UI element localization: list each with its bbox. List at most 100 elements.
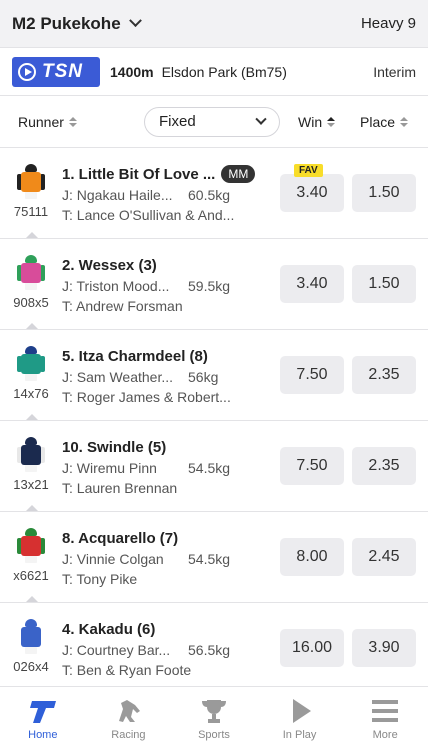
- runner-silk-column: 75111: [0, 148, 62, 238]
- tab-label: Racing: [111, 728, 146, 741]
- win-odds-button[interactable]: 7.50: [280, 447, 344, 485]
- runner-row[interactable]: 75111 1. Little Bit Of Love ... MM J: Ng…: [0, 148, 428, 239]
- sort-ascending-icon: [327, 116, 336, 127]
- runner-details: 10. Swindle (5) J: Wiremu Pinn 54.5kg T:…: [62, 437, 280, 496]
- runner-name: 4. Kakadu (6): [62, 620, 156, 638]
- jockey-silk-icon: [17, 163, 45, 200]
- tab-in-play[interactable]: In Play: [257, 687, 343, 750]
- runner-row[interactable]: 026x4 4. Kakadu (6) J: Courtney Bar... 5…: [0, 603, 428, 694]
- runner-details: 1. Little Bit Of Love ... MM J: Ngakau H…: [62, 163, 280, 223]
- tab-home[interactable]: Home: [0, 687, 86, 750]
- runner-row[interactable]: 908x5 2. Wessex (3) J: Triston Mood... 5…: [0, 239, 428, 330]
- tab-label: In Play: [282, 728, 317, 741]
- sort-icon: [68, 116, 77, 127]
- win-odds-button[interactable]: 7.50: [280, 356, 344, 394]
- place-odds-button[interactable]: 1.50: [352, 174, 416, 212]
- runner-form: x6621: [13, 567, 49, 583]
- win-odds-button[interactable]: 3.40: [280, 265, 344, 303]
- runner-weight: 60.5kg: [188, 187, 231, 203]
- jockey-name: J: Wiremu Pinn: [62, 459, 157, 476]
- jockey-silk-icon: [17, 254, 45, 291]
- tab-label: Sports: [198, 728, 230, 741]
- expand-caret-icon[interactable]: [26, 414, 38, 420]
- top-bar: M2 Pukekohe Heavy 9: [0, 0, 428, 48]
- odds-buttons: 8.00 2.45: [280, 538, 428, 576]
- column-header: Runner Fixed Win Place: [0, 96, 428, 148]
- jockey-silk-icon: [17, 618, 45, 655]
- runner-form: 13x21: [13, 476, 49, 492]
- sort-runner-button[interactable]: Runner: [18, 114, 144, 130]
- runner-details: 4. Kakadu (6) J: Courtney Bar... 56.5kg …: [62, 619, 280, 678]
- expand-caret-icon[interactable]: [26, 596, 38, 602]
- win-column-label: Win: [298, 113, 323, 130]
- runner-form: 026x4: [13, 658, 49, 674]
- track-condition: Heavy 9: [360, 15, 416, 32]
- race-venue: Elsdon Park (Bm75): [161, 63, 287, 80]
- expand-caret-icon[interactable]: [26, 232, 38, 238]
- trainer-name: T: Ben & Ryan Foote: [62, 661, 192, 678]
- runner-details: 5. Itza Charmdeel (8) J: Sam Weather... …: [62, 346, 280, 405]
- runner-row[interactable]: 14x76 5. Itza Charmdeel (8) J: Sam Weath…: [0, 330, 428, 421]
- jockey-name: J: Triston Mood...: [62, 277, 170, 294]
- tsn-live-button[interactable]: TSN: [12, 56, 100, 87]
- chevron-down-icon: [255, 113, 267, 125]
- trainer-name: T: Andrew Forsman: [62, 297, 183, 314]
- sort-place-button[interactable]: Place: [360, 113, 409, 130]
- runner-name: 1. Little Bit Of Love ...: [62, 165, 216, 183]
- win-odds-button[interactable]: 3.40: [280, 174, 344, 212]
- tab-more[interactable]: More: [342, 687, 428, 750]
- menu-icon: [372, 699, 399, 722]
- runner-details: 2. Wessex (3) J: Triston Mood... 59.5kg …: [62, 255, 280, 314]
- tab-sports[interactable]: Sports: [171, 687, 257, 750]
- win-odds-button[interactable]: 16.00: [280, 629, 344, 667]
- trainer-name: T: Lauren Brennan: [62, 479, 178, 496]
- jockey-name: J: Ngakau Haile...: [62, 187, 173, 203]
- runner-weight: 56kg: [188, 368, 219, 385]
- tab-label: Home: [28, 728, 58, 741]
- runner-name: 5. Itza Charmdeel (8): [62, 347, 208, 365]
- jockey-name: J: Sam Weather...: [62, 368, 174, 385]
- play-icon: [292, 698, 311, 723]
- runner-silk-column: 13x21: [0, 421, 62, 511]
- play-icon: [18, 62, 36, 81]
- odds-buttons: 16.00 3.90: [280, 629, 428, 667]
- jockey-silk-icon: [17, 436, 45, 473]
- runner-row[interactable]: 13x21 10. Swindle (5) J: Wiremu Pinn 54.…: [0, 421, 428, 512]
- expand-caret-icon[interactable]: [26, 323, 38, 329]
- odds-buttons: FAV 3.40 1.50: [280, 164, 428, 212]
- tab-racing[interactable]: Racing: [86, 687, 172, 750]
- runner-silk-column: 14x76: [0, 330, 62, 420]
- place-odds-button[interactable]: 3.90: [352, 629, 416, 667]
- odds-buttons: 7.50 2.35: [280, 356, 428, 394]
- jockey-name: J: Vinnie Colgan: [62, 550, 164, 567]
- win-odds-button[interactable]: 8.00: [280, 538, 344, 576]
- runner-silk-column: 908x5: [0, 239, 62, 329]
- horse-icon: [119, 699, 141, 722]
- market-mover-badge: MM: [221, 165, 256, 183]
- place-odds-button[interactable]: 2.35: [352, 356, 416, 394]
- runner-form: 14x76: [13, 385, 49, 401]
- race-distance: 1400m: [110, 63, 154, 80]
- place-column-label: Place: [360, 113, 396, 130]
- sort-win-button[interactable]: Win: [298, 114, 352, 130]
- jockey-silk-icon: [17, 527, 45, 564]
- race-selector[interactable]: M2 Pukekohe: [12, 13, 142, 34]
- runner-form: 75111: [13, 203, 49, 219]
- place-odds-button[interactable]: 2.35: [352, 447, 416, 485]
- place-odds-button[interactable]: 2.45: [352, 538, 416, 576]
- place-odds-button[interactable]: 1.50: [352, 265, 416, 303]
- runner-name: 8. Acquarello (7): [62, 529, 179, 547]
- race-info-bar: TSN 1400m Elsdon Park (Bm75) Interim: [0, 48, 428, 96]
- bottom-tab-bar: Home Racing Sports In Play More: [0, 686, 428, 750]
- expand-caret-icon[interactable]: [26, 505, 38, 511]
- trainer-name: T: Lance O'Sullivan & And...: [62, 207, 235, 223]
- bet-type-dropdown[interactable]: Fixed: [144, 106, 280, 137]
- chevron-down-icon: [128, 14, 142, 28]
- runner-row[interactable]: x6621 8. Acquarello (7) J: Vinnie Colgan…: [0, 512, 428, 603]
- trainer-name: T: Tony Pike: [62, 570, 138, 587]
- race-title: M2 Pukekohe: [12, 13, 121, 33]
- jockey-silk-icon: [17, 345, 45, 382]
- race-status: Interim: [373, 63, 416, 80]
- odds-buttons: 3.40 1.50: [280, 265, 428, 303]
- runner-form: 908x5: [13, 294, 49, 310]
